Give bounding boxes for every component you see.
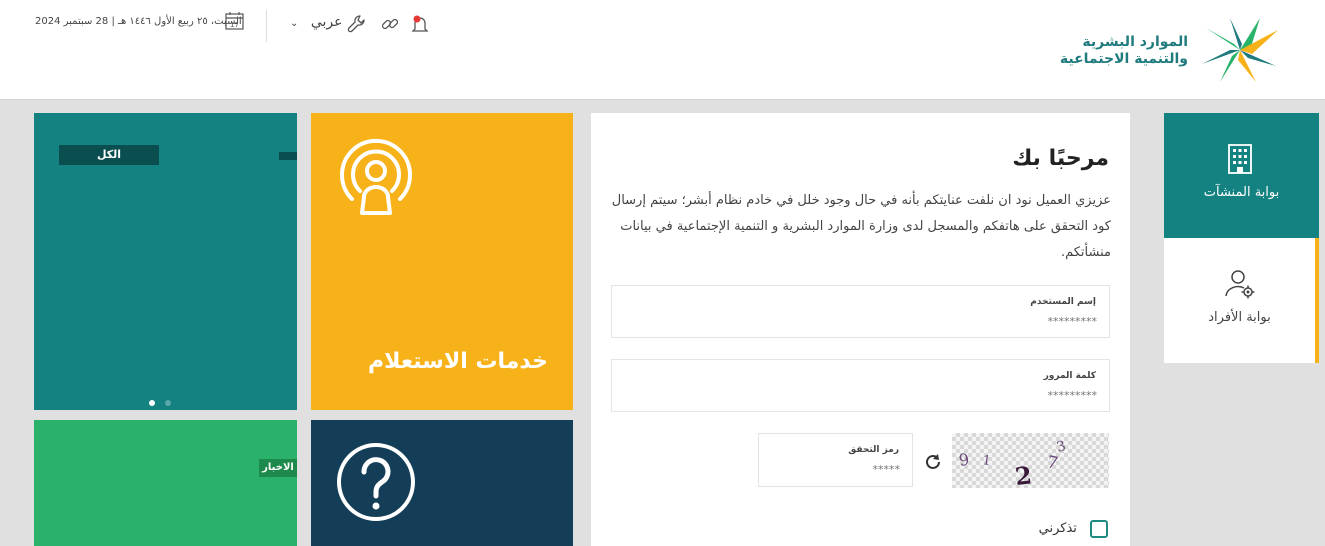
slider-tag-marker — [279, 152, 297, 160]
calendar-day: 17 — [230, 21, 239, 29]
logo-text: الموارد البشرية والتنمية الاجتماعية — [1060, 34, 1188, 68]
slider-dot[interactable] — [165, 400, 171, 406]
sidebar-item-label: بوابة المنشآت — [1203, 185, 1280, 200]
language-selector[interactable]: ⌄ عربي — [290, 14, 343, 30]
ministry-logo[interactable]: الموارد البشرية والتنمية الاجتماعية — [1060, 16, 1280, 84]
captcha-char-2: 1 — [981, 453, 991, 469]
captcha-image: 9 1 2 7 3 — [952, 433, 1109, 491]
slider-dots — [144, 391, 176, 410]
news-tile[interactable]: الاخبار — [34, 420, 297, 546]
slider-tile[interactable]: الكل — [34, 113, 297, 410]
sidebar-item-label: بوابة الأفراد — [1208, 310, 1271, 325]
sidebar-item-establishments[interactable]: بوابة المنشآت — [1164, 113, 1319, 238]
news-tag[interactable]: الاخبار — [259, 459, 297, 477]
date-display: السبت، ٢٥ ربيع الأول ١٤٤٦ هـ | 28 سبتمبر… — [35, 16, 242, 27]
password-field[interactable]: كلمة المرور — [611, 359, 1110, 412]
captcha-label: رمز التحقق — [848, 445, 899, 455]
remember-label: تذكرني — [1038, 521, 1077, 536]
login-title: مرحبًا بك — [1012, 146, 1109, 171]
captcha-glyphs: 9 1 2 7 3 — [957, 438, 1067, 491]
inquiry-services-tile[interactable]: خدمات الاستعلام — [311, 113, 573, 410]
logo-text-line1: الموارد البشرية — [1082, 34, 1188, 50]
notification-bell-icon[interactable] — [410, 14, 430, 34]
question-mark-icon — [337, 443, 415, 521]
username-label: إسم المستخدم — [1030, 297, 1096, 307]
help-tile[interactable] — [311, 420, 573, 546]
refresh-icon[interactable] — [923, 452, 943, 472]
username-field[interactable]: إسم المستخدم — [611, 285, 1110, 338]
sidebar-item-individuals[interactable]: بوابة الأفراد — [1164, 238, 1319, 363]
remember-me[interactable]: تذكرني — [1039, 518, 1108, 538]
calendar-icon: 17 — [225, 12, 244, 30]
portal-side-nav: بوابة المنشآت بوابة الأفراد — [1164, 113, 1319, 363]
captcha-char-1: 9 — [957, 449, 970, 469]
user-settings-icon — [1225, 270, 1255, 299]
top-header: السبت، ٢٥ ربيع الأول ١٤٤٦ هـ | 28 سبتمبر… — [0, 0, 1325, 100]
username-input[interactable] — [622, 312, 1097, 330]
slider-category-tag[interactable]: الكل — [59, 145, 159, 165]
captcha-char-3: 2 — [1014, 460, 1034, 488]
building-icon — [1228, 144, 1252, 174]
captcha-input[interactable] — [769, 460, 900, 478]
login-card: مرحبًا بك عزيزي العميل نود ان نلفت عنايت… — [591, 113, 1130, 546]
inquiry-services-title: خدمات الاستعلام — [368, 349, 548, 374]
header-divider — [266, 10, 267, 42]
login-description: عزيزي العميل نود ان نلفت عنايتكم بأنه في… — [611, 193, 1111, 260]
password-label: كلمة المرور — [1043, 371, 1096, 381]
password-input[interactable] — [622, 386, 1097, 404]
language-label: عربي — [310, 14, 343, 30]
slider-dot-active[interactable] — [149, 400, 155, 406]
broadcast-user-icon — [340, 139, 412, 215]
logo-mark-icon — [1202, 18, 1278, 82]
captcha-char-4: 7 — [1045, 452, 1060, 474]
link-icon[interactable] — [380, 14, 400, 34]
captcha-field[interactable]: رمز التحقق — [758, 433, 913, 487]
wrench-icon[interactable] — [347, 14, 367, 34]
remember-checkbox[interactable] — [1090, 519, 1108, 538]
logo-text-line2: والتنمية الاجتماعية — [1059, 51, 1188, 67]
chevron-down-icon: ⌄ — [290, 18, 299, 29]
